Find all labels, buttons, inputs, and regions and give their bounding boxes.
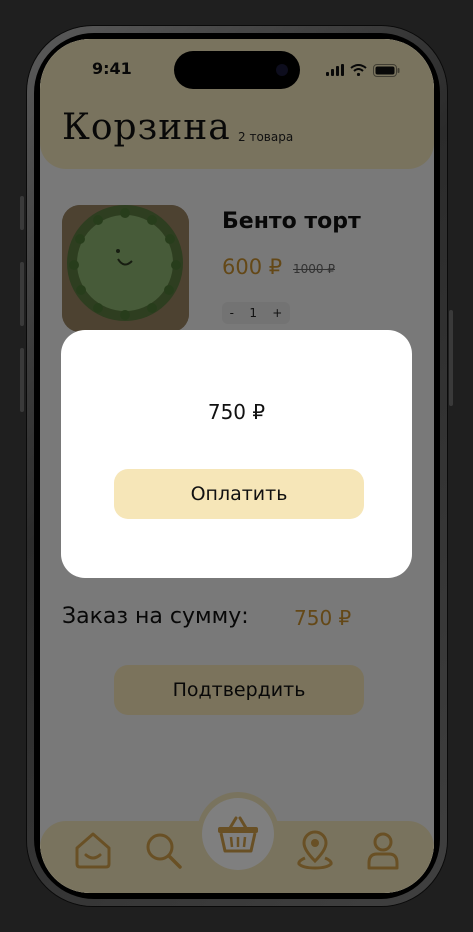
modal-amount: 750 ₽ xyxy=(207,400,266,424)
action-button xyxy=(20,196,24,230)
volume-up-button xyxy=(20,262,24,326)
pay-button[interactable]: Оплатить xyxy=(114,469,364,519)
power-button xyxy=(449,310,453,406)
payment-modal: 750 ₽ Оплатить xyxy=(61,330,412,578)
screen: 9:41 Корзина 2 товара xyxy=(40,39,434,893)
volume-down-button xyxy=(20,348,24,412)
